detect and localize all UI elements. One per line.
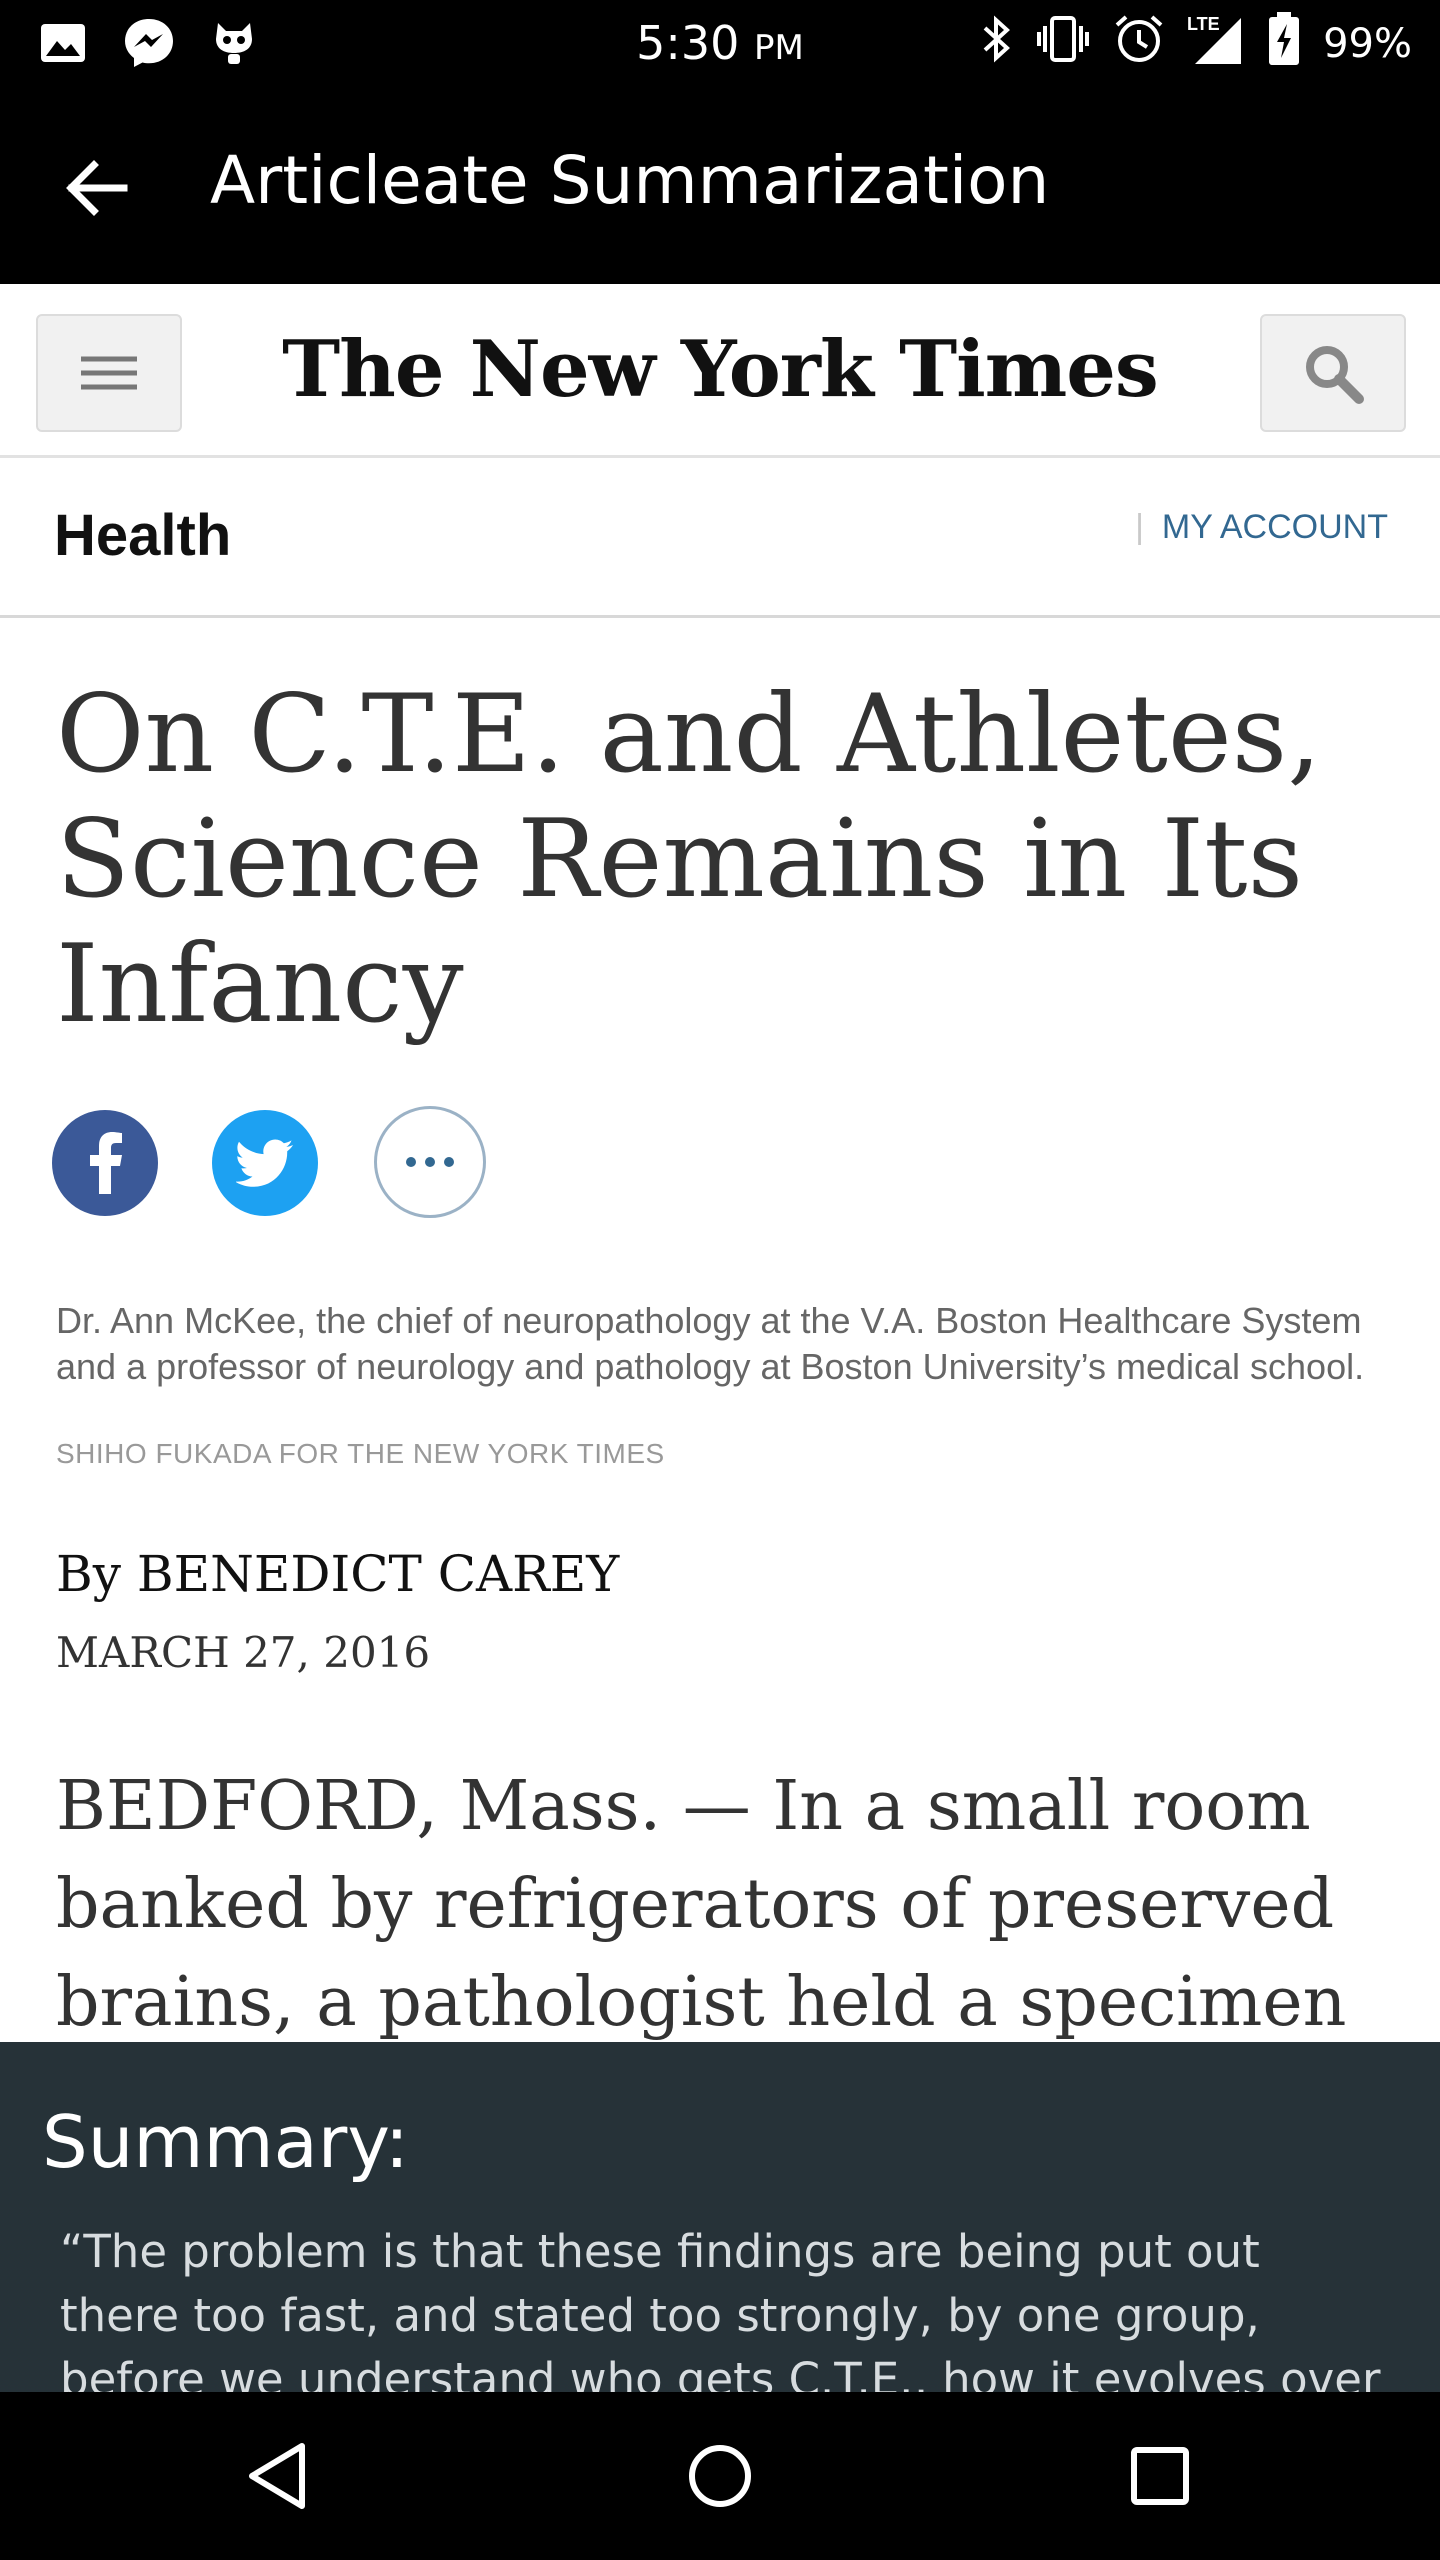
share-twitter-button[interactable] — [212, 1110, 318, 1216]
divider: | — [1135, 508, 1144, 546]
account-link-wrap: | MY ACCOUNT — [1135, 508, 1388, 547]
image-credit: SHIHO FUKADA FOR THE NEW YORK TIMES — [56, 1438, 665, 1469]
back-button[interactable] — [60, 148, 140, 228]
nav-back-button[interactable] — [240, 2436, 320, 2516]
image-caption: Dr. Ann McKee, the chief of neuropatholo… — [56, 1300, 1365, 1387]
arrow-left-icon — [66, 160, 128, 216]
alarm-icon — [1113, 13, 1165, 75]
lte-signal-icon: LTE — [1187, 12, 1245, 76]
system-icons: LTE 99% — [981, 12, 1412, 76]
status-bar: 5:30 PM LTE 99% — [0, 0, 1440, 90]
share-more-button[interactable] — [374, 1106, 486, 1218]
bluetooth-icon — [981, 14, 1013, 74]
more-icon — [406, 1157, 454, 1167]
square-recents-icon — [1131, 2447, 1189, 2505]
section-bar: Health | MY ACCOUNT — [0, 458, 1440, 618]
site-logo[interactable]: The New York Times — [0, 324, 1440, 415]
navigation-bar — [0, 2392, 1440, 2560]
publish-date: MARCH 27, 2016 — [56, 1628, 431, 1677]
site-header: The New York Times — [0, 284, 1440, 458]
twitter-icon — [236, 1139, 293, 1187]
search-icon — [1306, 346, 1364, 404]
circle-home-icon — [689, 2445, 751, 2507]
app-title: Articleate Summarization — [210, 142, 1050, 219]
my-account-link[interactable]: MY ACCOUNT — [1162, 508, 1388, 546]
nav-recents-button[interactable] — [1120, 2436, 1200, 2516]
facebook-icon — [90, 1132, 122, 1194]
nav-home-button[interactable] — [680, 2436, 760, 2516]
summary-panel[interactable]: Summary: “The problem is that these find… — [0, 2042, 1440, 2392]
article-body: BEDFORD, Mass. — In a small room banked … — [56, 1767, 1347, 2042]
triangle-back-icon — [249, 2443, 305, 2509]
battery-percent: 99% — [1323, 21, 1412, 67]
section-title[interactable]: Health — [54, 502, 231, 569]
share-facebook-button[interactable] — [52, 1110, 158, 1216]
search-button[interactable] — [1260, 314, 1406, 432]
vibrate-icon — [1035, 14, 1091, 74]
svg-text:LTE: LTE — [1187, 14, 1220, 34]
article-headline: On C.T.E. and Athletes, Science Remains … — [56, 672, 1322, 1047]
summary-title: Summary: — [42, 2100, 409, 2184]
battery-charging-icon — [1267, 12, 1301, 76]
byline: By BENEDICT CAREY — [56, 1545, 620, 1603]
app-bar: Articleate Summarization — [0, 90, 1440, 284]
summary-text: “The problem is that these findings are … — [60, 2225, 1381, 2392]
